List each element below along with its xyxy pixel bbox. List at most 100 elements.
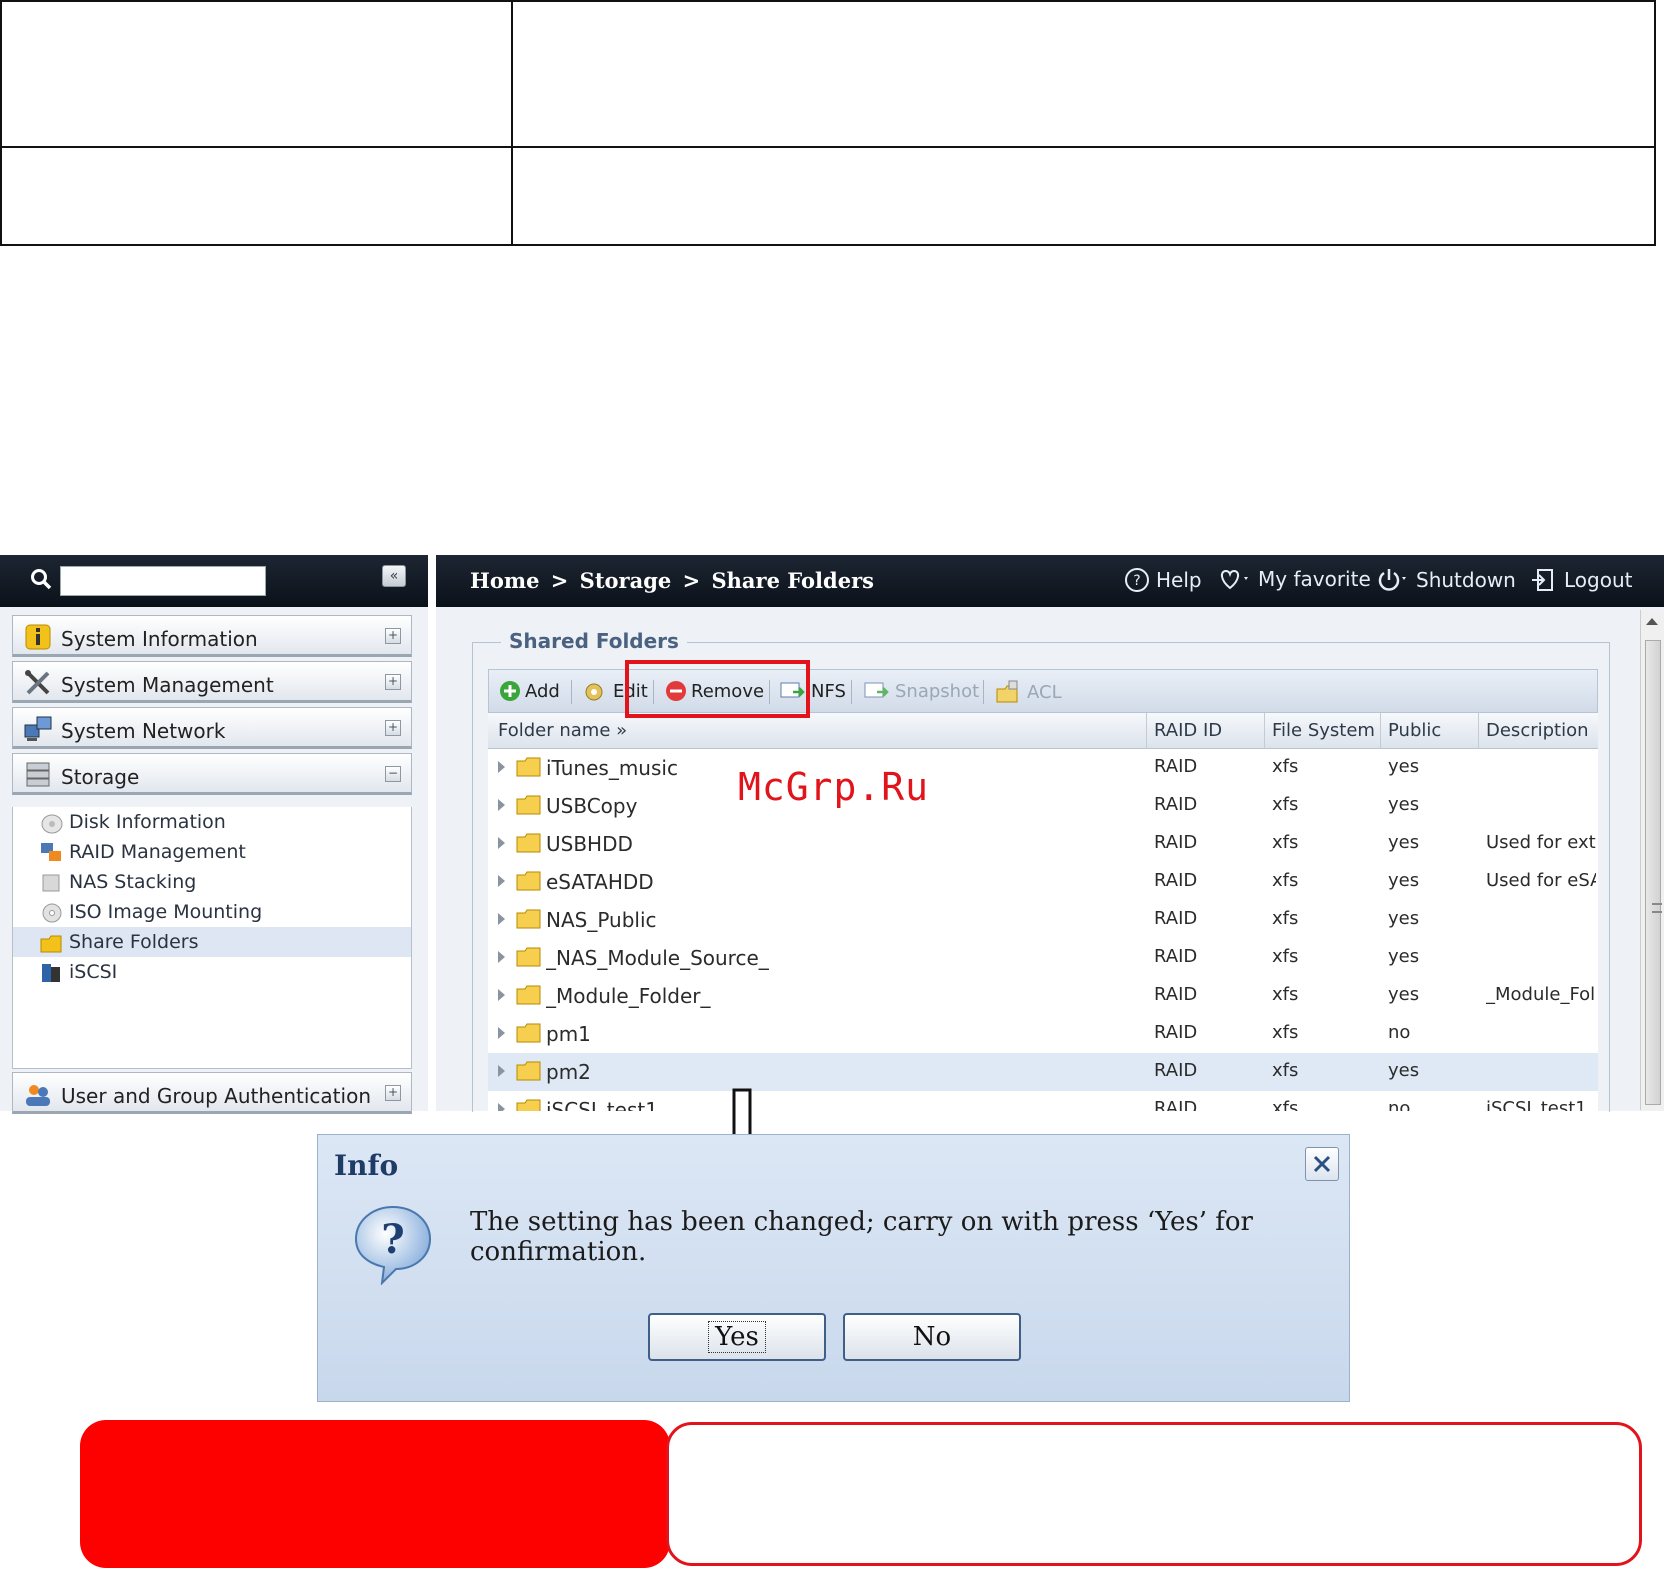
- column-description[interactable]: Description: [1486, 720, 1589, 741]
- table-row-selected[interactable]: pm2 RAID xfs yes: [488, 1053, 1598, 1091]
- help-link[interactable]: ? Help: [1124, 567, 1202, 593]
- acl-button[interactable]: ACL: [995, 680, 1062, 704]
- menu-label: Storage: [61, 765, 140, 789]
- expand-arrow-icon[interactable]: [498, 1027, 505, 1039]
- raid-id: RAID: [1154, 870, 1198, 891]
- folder-name: USBHDD: [546, 832, 633, 856]
- column-public[interactable]: Public: [1388, 720, 1441, 741]
- table-row[interactable]: _Module_Folder_ RAID xfs yes _Module_Fol…: [488, 977, 1598, 1015]
- submenu-label: RAID Management: [69, 841, 246, 863]
- watermark: McGrp.Ru: [738, 765, 930, 809]
- file-system: xfs: [1272, 756, 1299, 777]
- folder-icon: [516, 1099, 541, 1111]
- expand-icon[interactable]: +: [385, 1085, 401, 1101]
- acl-icon: [996, 680, 1018, 703]
- snapshot-label: Snapshot: [895, 680, 980, 702]
- menu-system-information[interactable]: System Information +: [12, 615, 412, 657]
- public-flag: yes: [1388, 984, 1420, 1005]
- help-icon: ?: [1125, 568, 1149, 592]
- submenu-iscsi[interactable]: iSCSI: [13, 957, 411, 987]
- menu-system-network[interactable]: System Network +: [12, 707, 412, 749]
- expand-arrow-icon[interactable]: [498, 1065, 505, 1077]
- heart-icon: [1220, 569, 1248, 590]
- menu-label: User and Group Authentication: [61, 1084, 371, 1108]
- expand-icon[interactable]: +: [385, 674, 401, 690]
- table-row[interactable]: USBCopy RAID xfs yes: [488, 787, 1598, 825]
- folder-name: pm1: [546, 1022, 591, 1046]
- snapshot-icon: [864, 682, 889, 698]
- raid-id: RAID: [1154, 756, 1198, 777]
- sidebar: « System Information + System Management…: [0, 555, 428, 1114]
- close-icon: [1313, 1155, 1331, 1173]
- search-input[interactable]: [60, 566, 266, 596]
- table-row[interactable]: _NAS_Module_Source_ RAID xfs yes: [488, 939, 1598, 977]
- public-flag: no: [1388, 1098, 1411, 1111]
- folder-name: iTunes_music: [546, 756, 678, 780]
- description: iSCSI_test1: [1486, 1098, 1587, 1111]
- table-row[interactable]: USBHDD RAID xfs yes Used for exte: [488, 825, 1598, 863]
- expand-arrow-icon[interactable]: [498, 761, 505, 773]
- logout-link[interactable]: Logout: [1530, 567, 1632, 593]
- toolbar-separator: [983, 680, 984, 704]
- search-icon[interactable]: [30, 568, 52, 590]
- table-row[interactable]: iSCSI_test1 RAID xfs no iSCSI_test1: [488, 1091, 1598, 1111]
- submenu-iso-image-mounting[interactable]: ISO Image Mounting: [13, 897, 411, 927]
- expand-arrow-icon[interactable]: [498, 989, 505, 1001]
- no-button[interactable]: No: [843, 1313, 1021, 1361]
- table-row[interactable]: NAS_Public RAID xfs yes: [488, 901, 1598, 939]
- storage-submenu: Disk Information RAID Management NAS Sta…: [12, 807, 412, 1069]
- help-label: Help: [1156, 568, 1202, 592]
- close-button[interactable]: [1305, 1147, 1339, 1181]
- tools-icon: [25, 670, 50, 695]
- file-system: xfs: [1272, 794, 1299, 815]
- expand-arrow-icon[interactable]: [498, 837, 505, 849]
- table-row[interactable]: iTunes_music RAID xfs yes: [488, 749, 1598, 787]
- column-raid-id[interactable]: RAID ID: [1154, 720, 1222, 741]
- file-system: xfs: [1272, 1022, 1299, 1043]
- svg-text:?: ?: [381, 1216, 404, 1263]
- column-divider: [1380, 713, 1381, 749]
- yes-button[interactable]: Yes: [648, 1313, 826, 1361]
- expand-icon[interactable]: +: [385, 720, 401, 736]
- menu-system-management[interactable]: System Management +: [12, 661, 412, 703]
- menu-user-group-authentication[interactable]: User and Group Authentication +: [12, 1072, 412, 1114]
- snapshot-button[interactable]: Snapshot: [863, 680, 979, 702]
- scrollbar-thumb[interactable]: [1645, 640, 1662, 1105]
- collapse-sidebar-button[interactable]: «: [382, 565, 406, 587]
- scroll-up-icon[interactable]: [1646, 618, 1658, 625]
- collapse-icon[interactable]: −: [385, 766, 401, 782]
- expand-icon[interactable]: +: [385, 628, 401, 644]
- vertical-scrollbar[interactable]: [1640, 610, 1664, 1110]
- expand-arrow-icon[interactable]: [498, 1103, 505, 1111]
- file-system: xfs: [1272, 1098, 1299, 1111]
- column-folder-name[interactable]: Folder name »: [498, 720, 627, 741]
- expand-arrow-icon[interactable]: [498, 875, 505, 887]
- submenu-nas-stacking[interactable]: NAS Stacking: [13, 867, 411, 897]
- add-button[interactable]: Add: [499, 680, 560, 702]
- column-divider: [1264, 713, 1265, 749]
- expand-arrow-icon[interactable]: [498, 913, 505, 925]
- shutdown-link[interactable]: Shutdown: [1376, 567, 1516, 593]
- breadcrumb-storage[interactable]: Storage: [580, 568, 672, 593]
- main-content: Shared Folders Add Edit Remove NFS Snaps…: [436, 607, 1664, 1112]
- submenu-label: Disk Information: [69, 811, 226, 833]
- folder-name: _Module_Folder_: [546, 984, 711, 1008]
- submenu-disk-information[interactable]: Disk Information: [13, 807, 411, 837]
- column-file-system[interactable]: File System: [1272, 720, 1375, 741]
- nfs-label: NFS: [811, 680, 846, 702]
- table-row[interactable]: pm1 RAID xfs no: [488, 1015, 1598, 1053]
- expand-arrow-icon[interactable]: [498, 951, 505, 963]
- breadcrumb-home[interactable]: Home: [470, 568, 539, 593]
- menu-storage[interactable]: Storage −: [12, 753, 412, 795]
- table-row[interactable]: eSATAHDD RAID xfs yes Used for eSA: [488, 863, 1598, 901]
- submenu-share-folders[interactable]: Share Folders: [13, 927, 411, 957]
- add-icon: [500, 681, 520, 701]
- info-icon: [25, 624, 51, 650]
- table-header: Folder name » RAID ID File System Public…: [488, 713, 1598, 749]
- folder-table-body: iTunes_music RAID xfs yes USBCopy RAID x…: [488, 749, 1598, 1111]
- submenu-raid-management[interactable]: RAID Management: [13, 837, 411, 867]
- folder-icon: [516, 795, 541, 815]
- favorite-link[interactable]: My favorite: [1218, 567, 1371, 591]
- yes-label: Yes: [708, 1321, 766, 1353]
- expand-arrow-icon[interactable]: [498, 799, 505, 811]
